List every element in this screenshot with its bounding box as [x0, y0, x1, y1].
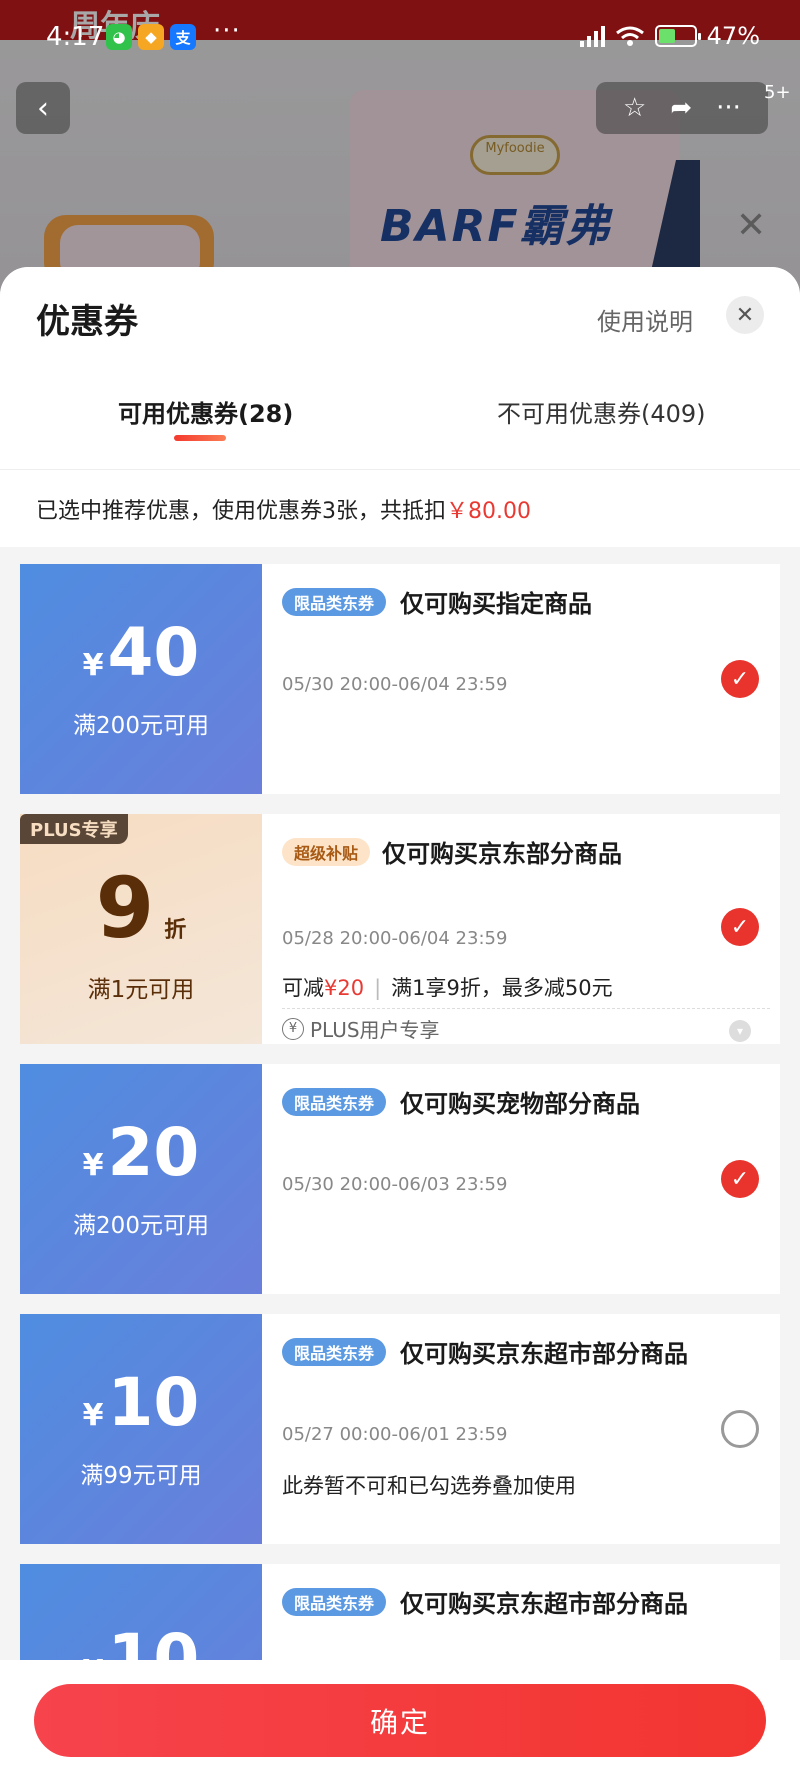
status-app-icons: ◕ ◆ 支 — [106, 24, 196, 50]
alipay-icon: 支 — [170, 24, 196, 50]
coupon-title: 仅可购买京东超市部分商品 — [400, 1340, 688, 1368]
selection-summary: 已选中推荐优惠，使用优惠券3张，共抵扣 ￥80.00 — [0, 470, 800, 547]
coupon-validity: 05/30 20:00-06/03 23:59 — [282, 1174, 508, 1195]
currency-symbol: ¥ — [82, 1148, 104, 1183]
note-separator: | — [374, 976, 382, 1000]
currency-symbol: ¥ — [82, 1398, 104, 1433]
coupon-amount: ¥10 — [83, 1368, 200, 1438]
coupon-value-panel: ¥10 满99元可用 — [20, 1314, 262, 1544]
app-icon: ◆ — [138, 24, 164, 50]
coupon-validity: 05/27 00:00-06/01 23:59 — [282, 1424, 508, 1445]
summary-amount: ￥80.00 — [446, 498, 531, 524]
coupon-amount-value: 20 — [107, 1114, 200, 1191]
coupon-note: 可减¥20 | 满1享9折，最多减50元 — [282, 972, 613, 1002]
currency-symbol: ¥ — [82, 648, 104, 683]
plus-exclusive-badge: PLUS专享 — [20, 814, 128, 844]
coupon-type-tag: 超级补贴 — [282, 838, 371, 866]
check-icon: ✓ — [730, 914, 750, 940]
coupon-checkbox-checked[interactable]: ✓ — [721, 908, 759, 946]
coupon-title: 仅可购买京东部分商品 — [382, 840, 622, 868]
coupon-value-panel: ¥20 满200元可用 — [20, 1064, 262, 1294]
sheet-title: 优惠券 — [36, 302, 138, 342]
discount-unit: 折 — [164, 918, 187, 943]
coupon-condition: 满200元可用 — [73, 1213, 209, 1239]
wifi-icon — [615, 26, 644, 46]
coupon-amount: ¥40 — [83, 618, 200, 688]
sheet-header: 优惠券 使用说明 ✕ 可用优惠券(28) 不可用优惠券(409) — [0, 267, 800, 470]
status-more-icon: ··· — [213, 16, 241, 46]
coupon-title: 仅可购买宠物部分商品 — [400, 1090, 640, 1118]
coupon-note: 此券暂不可和已勾选券叠加使用 — [282, 1474, 576, 1498]
message-badge: 5+ — [764, 82, 791, 103]
usage-instructions-link[interactable]: 使用说明 — [597, 302, 693, 337]
coupon-amount-value: 40 — [107, 614, 200, 691]
coupon-title: 仅可购买京东超市部分商品 — [400, 1590, 688, 1618]
yen-circle-icon: ¥ — [282, 1017, 304, 1040]
coupon-card[interactable]: PLUS专享 9折 满1元可用 超级补贴 仅可购买京东部分商品 05/28 20… — [20, 814, 780, 1044]
close-icon: ✕ — [735, 302, 755, 328]
bottom-bar: 确定 — [0, 1660, 800, 1777]
header-actions: ☆ ➦ ··· — [596, 82, 768, 134]
more-icon[interactable]: ··· — [716, 93, 741, 123]
close-button[interactable]: ✕ — [726, 296, 764, 334]
dashed-divider — [282, 1008, 770, 1009]
coupon-checkbox-checked[interactable]: ✓ — [721, 1160, 759, 1198]
share-icon[interactable]: ➦ — [670, 93, 692, 123]
coupon-value-panel: PLUS专享 9折 满1元可用 — [20, 814, 262, 1044]
tab-unavailable-coupons[interactable]: 不可用优惠券(409) — [497, 394, 706, 429]
check-icon: ✓ — [730, 1166, 750, 1192]
status-time: 4:17 — [46, 22, 105, 52]
coupon-card[interactable]: ¥40 满200元可用 限品类东券 仅可购买指定商品 05/30 20:00-0… — [20, 564, 780, 794]
note-amount: ¥20 — [324, 976, 365, 1000]
confirm-button[interactable]: 确定 — [34, 1684, 766, 1757]
coupon-list[interactable]: ¥40 满200元可用 限品类东券 仅可购买指定商品 05/30 20:00-0… — [0, 547, 800, 1777]
coupon-sheet: 优惠券 使用说明 ✕ 可用优惠券(28) 不可用优惠券(409) 已选中推荐优惠… — [0, 267, 800, 1777]
coupon-details: 限品类东券 仅可购买京东超市部分商品 05/27 00:00-06/01 23:… — [262, 1314, 780, 1544]
status-indicators: 47% — [579, 22, 760, 50]
divider — [0, 469, 800, 470]
coupon-details: 限品类东券 仅可购买宠物部分商品 05/30 20:00-06/03 23:59… — [262, 1064, 780, 1294]
coupon-amount: ¥20 — [83, 1118, 200, 1188]
coupon-validity: 05/28 20:00-06/04 23:59 — [282, 928, 508, 949]
coupon-condition: 满200元可用 — [73, 713, 209, 739]
discount-value: 9 — [95, 859, 155, 957]
back-button[interactable]: ‹ — [16, 82, 70, 134]
status-bar: 4:17 ◕ ◆ 支 ··· 47% — [0, 0, 800, 74]
coupon-type-tag: 限品类东券 — [282, 1338, 387, 1366]
coupon-details: 超级补贴 仅可购买京东部分商品 05/28 20:00-06/04 23:59 … — [262, 814, 780, 1044]
coupon-card[interactable]: ¥20 满200元可用 限品类东券 仅可购买宠物部分商品 05/30 20:00… — [20, 1064, 780, 1294]
coupon-type-tag: 限品类东券 — [282, 588, 387, 616]
coupon-amount-value: 10 — [107, 1364, 200, 1441]
note-prefix: 可减 — [282, 976, 324, 1000]
wechat-icon: ◕ — [106, 24, 132, 50]
tab-available-coupons[interactable]: 可用优惠券(28) — [118, 394, 293, 429]
coupon-checkbox-checked[interactable]: ✓ — [721, 660, 759, 698]
plus-footer-text: PLUS用户专享 — [310, 1018, 440, 1042]
star-icon[interactable]: ☆ — [623, 93, 646, 123]
signal-icon — [579, 25, 605, 47]
active-tab-indicator — [174, 435, 226, 441]
coupon-details: 限品类东券 仅可购买指定商品 05/30 20:00-06/04 23:59 ✓ — [262, 564, 780, 794]
coupon-type-tag: 限品类东券 — [282, 1588, 387, 1616]
coupon-type-tag: 限品类东券 — [282, 1088, 387, 1116]
battery-percent: 47% — [706, 22, 760, 50]
coupon-discount: 9折 — [96, 866, 186, 950]
coupon-value-panel: ¥40 满200元可用 — [20, 564, 262, 794]
summary-text: 已选中推荐优惠，使用优惠券3张，共抵扣 — [36, 498, 446, 524]
coupon-condition: 满1元可用 — [87, 977, 195, 1003]
coupon-checkbox-unchecked[interactable] — [721, 1410, 759, 1448]
plus-footer: ¥ PLUS用户专享 — [282, 1014, 440, 1043]
coupon-title: 仅可购买指定商品 — [400, 590, 592, 618]
check-icon: ✓ — [730, 666, 750, 692]
chevron-left-icon: ‹ — [37, 90, 49, 126]
battery-fill — [658, 29, 675, 43]
note-suffix: 满1享9折，最多减50元 — [391, 976, 613, 1000]
coupon-validity: 05/30 20:00-06/04 23:59 — [282, 674, 508, 695]
chevron-down-icon[interactable]: ▾ — [729, 1020, 751, 1042]
coupon-condition: 满99元可用 — [80, 1463, 202, 1489]
battery-icon — [654, 25, 701, 47]
coupon-card[interactable]: ¥10 满99元可用 限品类东券 仅可购买京东超市部分商品 05/27 00:0… — [20, 1314, 780, 1544]
